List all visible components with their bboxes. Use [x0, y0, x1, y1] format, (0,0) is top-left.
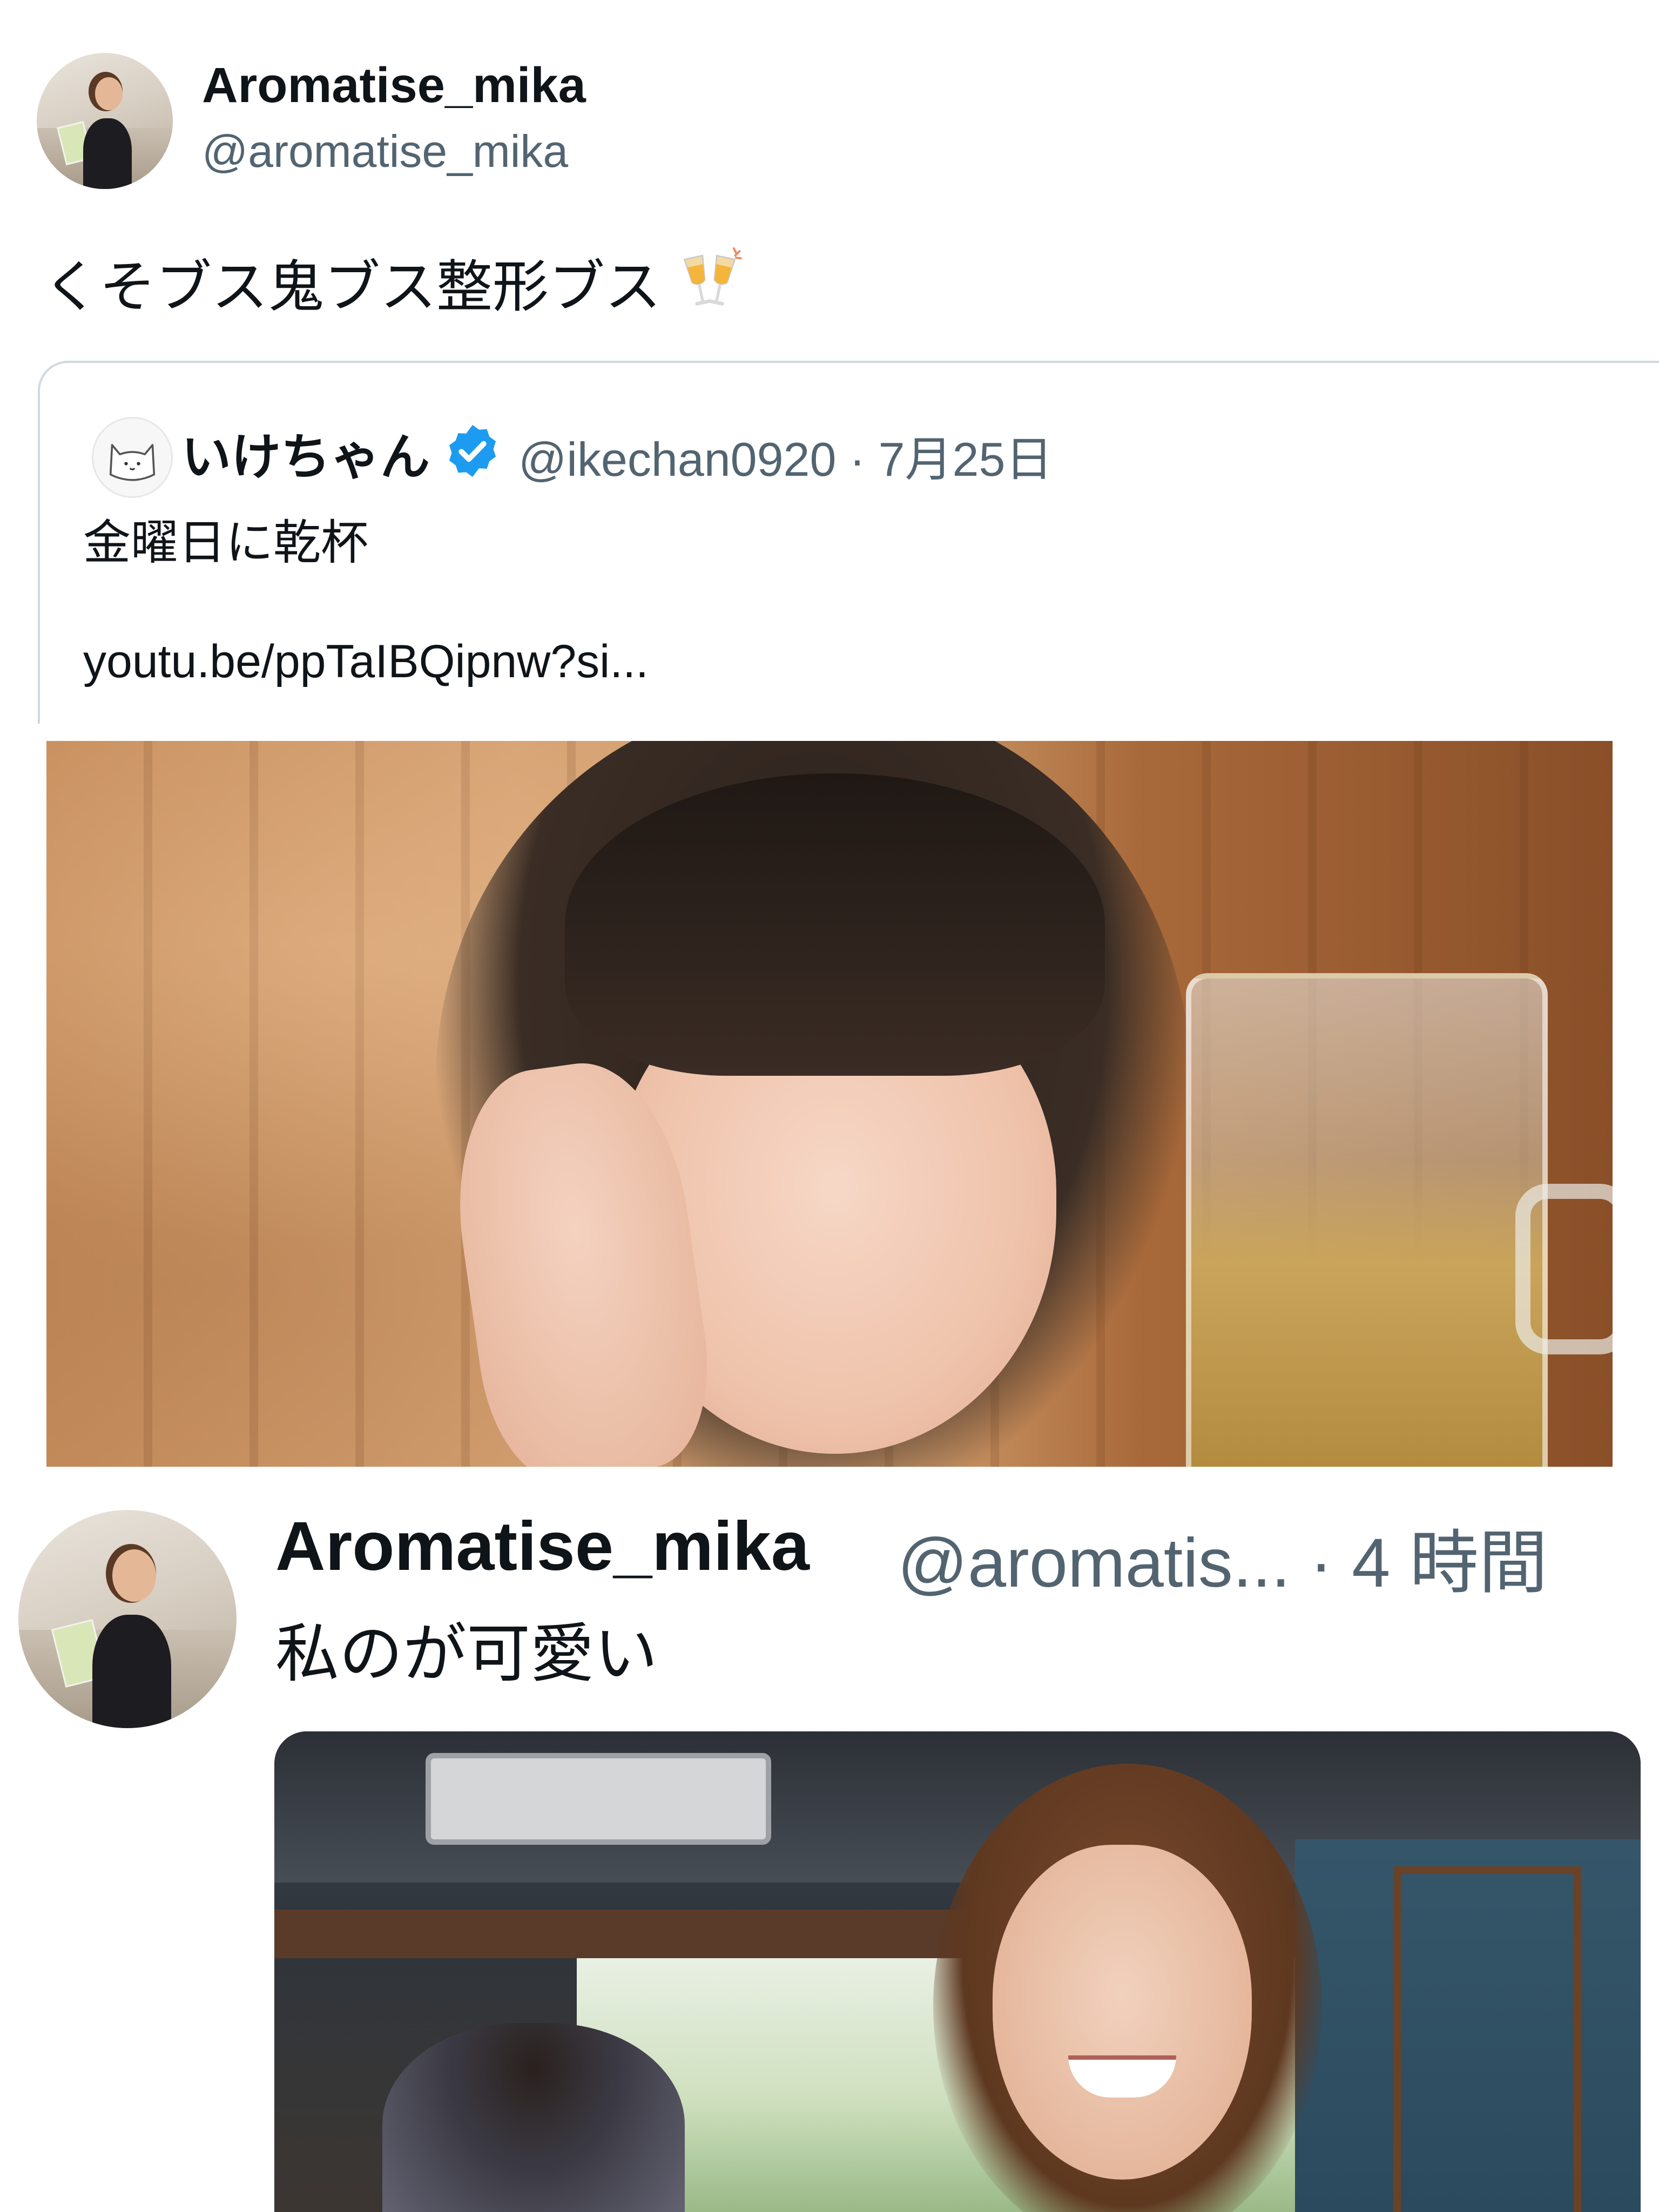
quote-link[interactable]: youtu.be/ppTaIBQipnw?si... [83, 635, 649, 689]
post2-display-name[interactable]: Aromatise_mika [275, 1507, 810, 1586]
quote-display-name[interactable]: いけちゃん [181, 417, 430, 489]
post1-avatar[interactable] [37, 53, 173, 189]
clinking-glasses-icon [683, 247, 743, 306]
verified-badge-icon [449, 424, 496, 477]
post2-avatar[interactable] [18, 1510, 237, 1728]
quoted-tweet-card[interactable]: いけちゃん @ikechan0920 · 7月25日 金曜日に乾杯 youtu.… [38, 361, 1659, 724]
quote-handle-date[interactable]: @ikechan0920 · 7月25日 [518, 421, 1053, 490]
post1-display-name[interactable]: Aromatise_mika [202, 57, 586, 114]
quoted-media-photo[interactable] [46, 741, 1613, 1467]
post1-text: くそブス鬼ブス整形ブス [43, 254, 662, 320]
post2-media-photo[interactable] [274, 1731, 1641, 2212]
quote-avatar[interactable] [92, 417, 173, 498]
quote-text: 金曜日に乾杯 [83, 515, 369, 570]
post2-text: 私のが可愛い [275, 1616, 658, 1691]
post2-handle-time[interactable]: @aromatis... · 4 時間 [898, 1507, 1548, 1607]
post1-handle[interactable]: @aromatise_mika [202, 125, 568, 178]
